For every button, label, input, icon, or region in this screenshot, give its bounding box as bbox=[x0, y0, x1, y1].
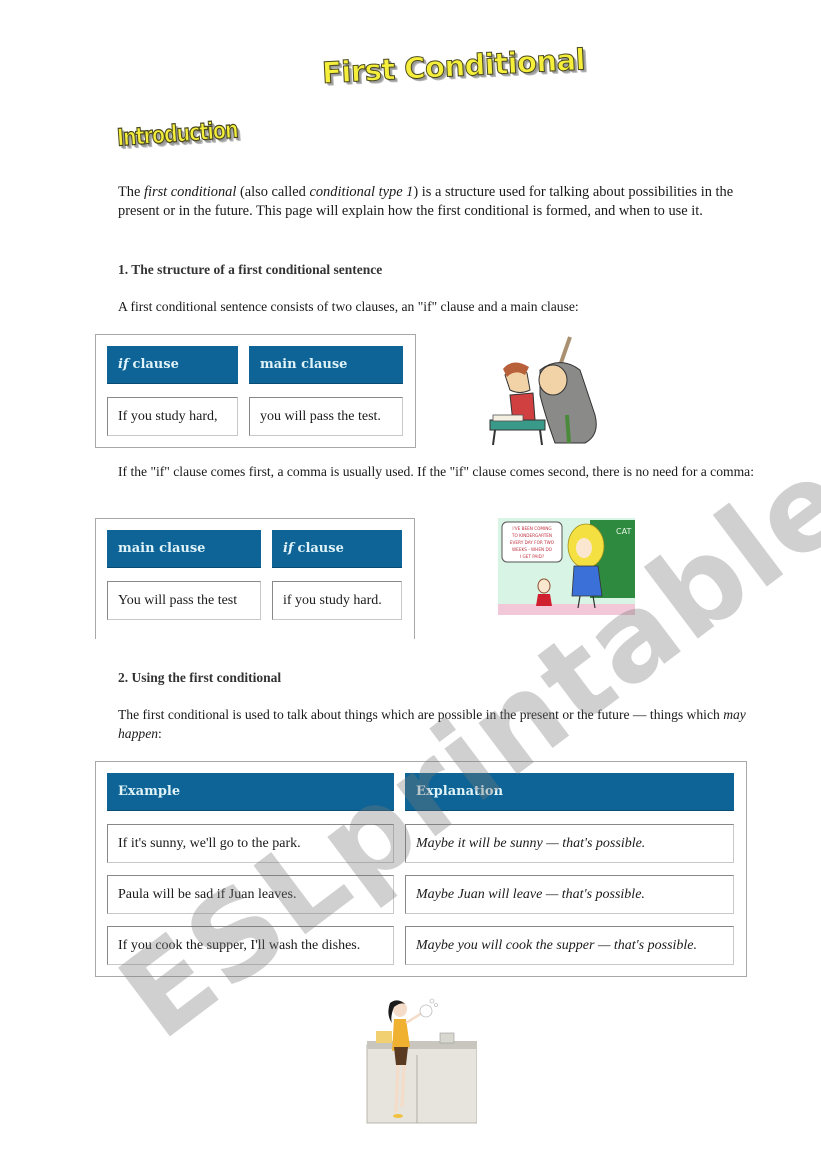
table-cell-example: If it's sunny, we'll go to the park. bbox=[107, 824, 394, 863]
teacher-head bbox=[538, 364, 568, 396]
header-label: clause bbox=[132, 357, 179, 372]
header-italic: if bbox=[118, 357, 129, 372]
intro-paragraph: The first conditional (also called condi… bbox=[118, 183, 758, 221]
table-header-explanation: Explanation bbox=[405, 773, 734, 811]
table-cell: If you study hard, bbox=[107, 397, 238, 436]
table-header-main-clause: main clause bbox=[249, 346, 403, 384]
woman-leg bbox=[394, 1064, 400, 1114]
table-cell-explanation: Maybe Juan will leave — that's possible. bbox=[405, 875, 734, 914]
comma-note: If the "if" clause comes first, a comma … bbox=[118, 464, 754, 479]
text-span: : bbox=[158, 726, 162, 741]
child-head bbox=[537, 578, 551, 594]
header-italic: if bbox=[283, 541, 294, 556]
faucet bbox=[439, 1032, 455, 1044]
teacher-dress bbox=[571, 565, 603, 597]
table-cell: You will pass the test bbox=[107, 581, 261, 620]
floor bbox=[498, 604, 635, 615]
text-span: The first conditional is used to talk ab… bbox=[118, 707, 724, 722]
speech-line: I GET PAID? bbox=[520, 554, 544, 559]
section-2-text: The first conditional is used to talk ab… bbox=[118, 705, 758, 743]
example-explanation-table: Example Explanation If it's sunny, we'll… bbox=[95, 761, 747, 977]
section-1-heading: 1. The structure of a first conditional … bbox=[118, 262, 383, 277]
speech-line: WEEKS - WHEN DO bbox=[512, 547, 553, 552]
introduction-heading: Introduction bbox=[116, 116, 239, 153]
desk-leg bbox=[492, 429, 496, 446]
section-1-text: A first conditional sentence consists of… bbox=[118, 299, 579, 314]
desk-leg bbox=[539, 429, 543, 446]
woman-washing-dishes-image bbox=[366, 998, 477, 1124]
table-cell-example: If you cook the supper, I'll wash the di… bbox=[107, 926, 394, 965]
teacher-face bbox=[576, 538, 592, 558]
header-label: main clause bbox=[260, 357, 348, 372]
paper bbox=[492, 414, 524, 422]
table-cell-explanation: Maybe you will cook the supper — that's … bbox=[405, 926, 734, 965]
table-header-if-clause: if clause bbox=[107, 346, 238, 384]
woman-skirt bbox=[394, 1047, 408, 1065]
section-2-heading: 2. Using the first conditional bbox=[118, 670, 282, 685]
speech-line: TO KINDERGARTEN bbox=[511, 533, 552, 538]
kitchen-counter bbox=[366, 1044, 477, 1124]
child-dress bbox=[536, 594, 552, 606]
text-span: (also called bbox=[236, 184, 310, 200]
emphasis-conditional-type-1: conditional type 1 bbox=[309, 184, 414, 200]
header-label: main clause bbox=[118, 541, 206, 556]
woman-arm bbox=[405, 1011, 423, 1025]
table-cell-explanation: Maybe it will be sunny — that's possible… bbox=[405, 824, 734, 863]
table-header-if-clause: if clause bbox=[272, 530, 402, 568]
emphasis-first-conditional: first conditional bbox=[143, 184, 237, 200]
speech-line: EVERY DAY FOR TWO bbox=[510, 540, 555, 545]
bubble bbox=[429, 998, 435, 1004]
page-title: First Conditional bbox=[321, 42, 587, 91]
speech-line: I'VE BEEN COMING bbox=[512, 526, 551, 531]
teacher-scolding-student-image bbox=[489, 336, 597, 446]
plate bbox=[419, 1004, 433, 1018]
table-cell-example: Paula will be sad if Juan leaves. bbox=[107, 875, 394, 914]
chalkboard-text: CAT bbox=[616, 527, 631, 536]
header-label: clause bbox=[297, 541, 344, 556]
clause-table-main-first: main clause if clause You will pass the t… bbox=[95, 518, 415, 639]
bubble bbox=[434, 1003, 438, 1007]
kindergarten-cartoon-image: CAT I'VE BEEN COMING TO KINDERGARTEN EVE… bbox=[498, 518, 635, 615]
woman-apron bbox=[392, 1019, 410, 1051]
text-span: The bbox=[118, 184, 144, 200]
clause-table-if-first: if clause main clause If you study hard, … bbox=[95, 334, 416, 448]
woman-shoe bbox=[393, 1114, 403, 1118]
table-cell: you will pass the test. bbox=[249, 397, 403, 436]
dish bbox=[376, 1031, 392, 1043]
table-header-main-clause: main clause bbox=[107, 530, 261, 568]
table-header-example: Example bbox=[107, 773, 394, 811]
student-desk bbox=[489, 419, 546, 431]
woman-leg bbox=[400, 1064, 406, 1108]
table-cell: if you study hard. bbox=[272, 581, 402, 620]
